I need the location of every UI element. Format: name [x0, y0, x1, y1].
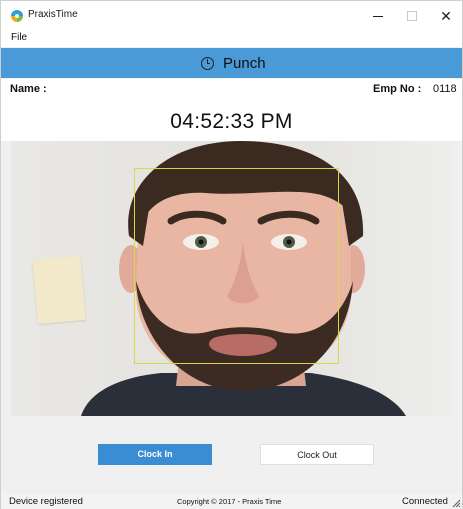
- app-window: PraxisTime ✕ File Punch Name : Emp No : …: [0, 0, 463, 509]
- menu-file[interactable]: File: [11, 32, 27, 43]
- punch-header-content: Punch: [201, 53, 266, 73]
- connection-status: Connected: [402, 496, 448, 507]
- current-time: 04:52:33 PM: [170, 110, 293, 133]
- punch-header: Punch: [1, 48, 462, 78]
- device-status: Device registered: [9, 496, 83, 507]
- clock-in-button[interactable]: Clock In: [98, 444, 212, 465]
- praxistime-logo-icon: [11, 10, 23, 22]
- status-bar: Device registered Copyright © 2017 - Pra…: [1, 494, 462, 509]
- minimize-button[interactable]: [363, 1, 393, 31]
- close-button[interactable]: ✕: [431, 1, 461, 31]
- name-label: Name :: [10, 83, 47, 95]
- resize-grip-icon[interactable]: [452, 499, 461, 508]
- emp-no-label: Emp No :: [373, 83, 422, 95]
- maximize-button[interactable]: [397, 1, 427, 31]
- time-row: 04:52:33 PM: [1, 101, 462, 141]
- menu-bar: File: [1, 31, 462, 47]
- punch-controls: Clock In Clock Out: [1, 416, 462, 494]
- face-detection-box: [134, 168, 339, 364]
- emp-no-value: 0118: [433, 83, 457, 95]
- employee-info-row: Name : Emp No : 0118: [1, 79, 462, 101]
- camera-feed: [11, 141, 454, 416]
- clock-out-button[interactable]: Clock Out: [260, 444, 374, 465]
- punch-title: Punch: [223, 54, 266, 72]
- copyright-text: Copyright © 2017 - Praxis Time: [177, 497, 282, 506]
- window-title: PraxisTime: [28, 9, 78, 20]
- title-bar[interactable]: PraxisTime ✕: [1, 1, 462, 31]
- clock-icon: [201, 56, 214, 70]
